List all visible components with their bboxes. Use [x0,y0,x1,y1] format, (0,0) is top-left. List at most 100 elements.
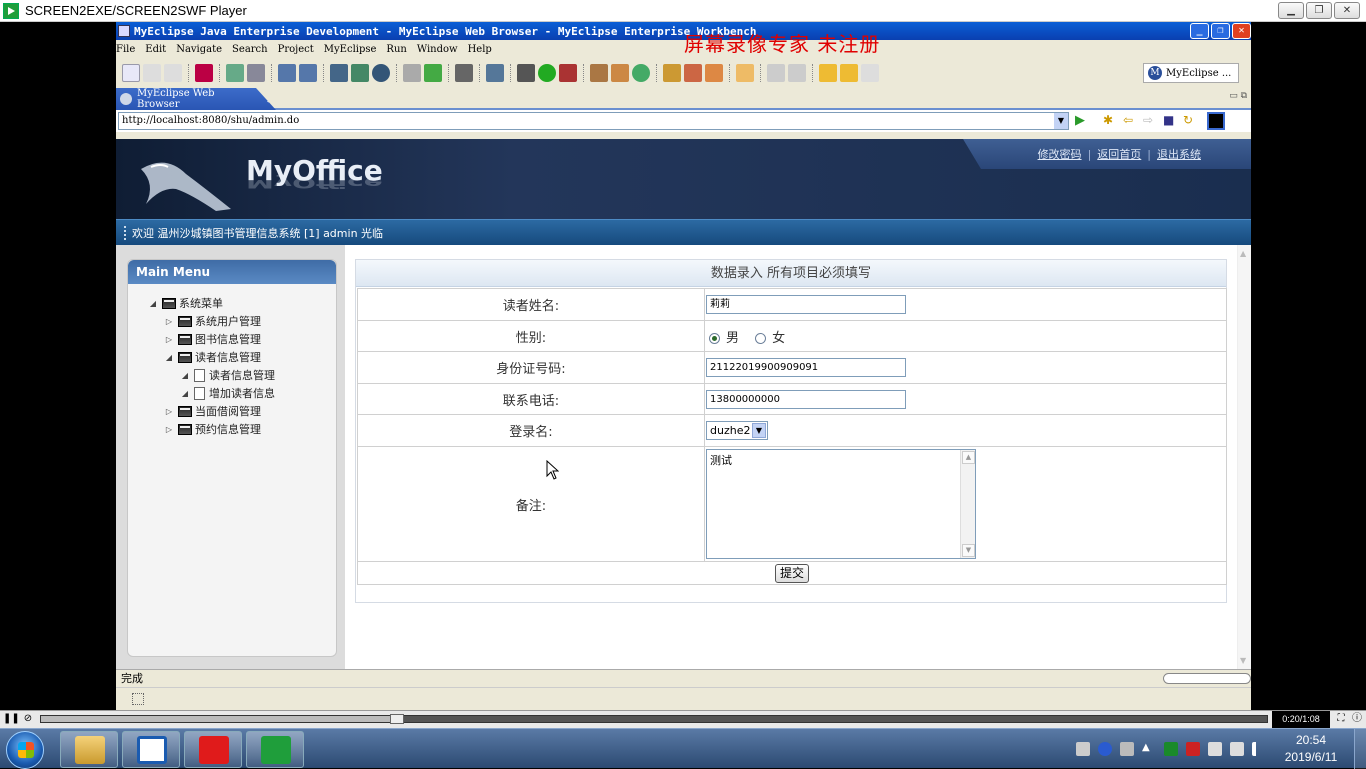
tree-node-add-reader[interactable]: ◢ 增加读者信息 [180,384,275,402]
back-icon[interactable] [840,64,858,82]
chevron-down-icon[interactable]: ▼ [752,423,766,438]
wizard-icon[interactable] [278,64,296,82]
scroll-up-icon[interactable]: ▲ [962,451,975,464]
collapsed-icon[interactable]: ▷ [164,425,174,434]
search-icon[interactable] [736,64,754,82]
phone-input[interactable]: 13800000000 [706,389,906,409]
tree-node-reader-info[interactable]: ◢ 读者信息管理 [180,366,275,384]
taskbar-explorer[interactable] [60,731,118,768]
taskbar-clock[interactable]: 20:54 2019/6/11 [1276,732,1346,766]
taskbar-window[interactable] [122,731,180,768]
info-icon[interactable]: ⓘ [1350,712,1364,726]
new-icon[interactable] [122,64,140,82]
playback-slider[interactable] [40,714,1268,724]
favorites-icon[interactable]: ✱ [1103,113,1119,129]
player-restore-button[interactable]: ❐ [1306,2,1332,19]
menu-help[interactable]: Help [468,44,492,55]
collapsed-icon[interactable]: ▷ [164,335,174,344]
open-folder-icon[interactable] [663,64,681,82]
expanded-icon[interactable]: ◢ [148,299,158,308]
wizard2-icon[interactable] [299,64,317,82]
print-icon[interactable] [164,64,182,82]
tab-close-icon[interactable]: ✕ [266,92,276,106]
menu-search[interactable]: Search [232,44,268,55]
open-type-icon[interactable] [705,64,723,82]
taskbar-flashfxp[interactable] [184,731,242,768]
deploy-project-icon[interactable] [330,64,348,82]
submit-button[interactable]: 提交 [774,563,809,583]
scroll-down-icon[interactable]: ▼ [1240,656,1246,665]
start-button[interactable] [6,731,44,769]
package-icon[interactable] [611,64,629,82]
camera-icon[interactable] [455,64,473,82]
eclipse-restore-button[interactable]: ❐ [1211,23,1230,39]
c-icon[interactable] [632,64,650,82]
run-icon[interactable] [538,64,556,82]
name-input[interactable]: 莉莉 [706,295,906,314]
id-number-input[interactable]: 21122019900909091 [706,358,906,377]
flag-tray-icon[interactable] [1164,742,1178,756]
fast-view-icon[interactable] [132,693,144,705]
gender-male-radio[interactable] [709,332,720,344]
logout-link[interactable]: 退出系统 [1157,146,1201,162]
loop-icon[interactable]: ⊘ [21,712,35,726]
edit-icon[interactable] [403,64,421,82]
volume-icon[interactable] [1208,742,1222,756]
player-close-button[interactable]: ✕ [1334,2,1360,19]
menu-myeclipse[interactable]: MyEclipse [324,44,377,55]
language-icon[interactable] [1120,742,1134,756]
forward-nav-icon[interactable]: ⇨ [1143,113,1159,129]
tree-node-system-menu[interactable]: ◢ 系统菜单 [148,294,223,312]
menu-edit[interactable]: Edit [145,44,166,55]
refresh-icon[interactable] [424,64,442,82]
gender-female-radio[interactable] [755,332,767,344]
scroll-up-icon[interactable]: ▲ [1240,249,1246,258]
minimize-maximize-icon[interactable]: ▭ ⧉ [1229,91,1247,101]
tree-node-reservation-management[interactable]: ▷ 预约信息管理 [164,420,261,438]
expanded-icon[interactable]: ◢ [164,353,174,362]
prev-annotation-icon[interactable] [788,64,806,82]
globe-icon[interactable] [372,64,390,82]
eclipse-close-button[interactable]: ✕ [1232,23,1251,39]
pause-icon[interactable]: ❚❚ [3,712,20,726]
show-desktop-button[interactable] [1354,729,1366,769]
next-annotation-icon[interactable] [767,64,785,82]
change-password-link[interactable]: 修改密码 [1038,146,1082,162]
brush-icon[interactable] [684,64,702,82]
menu-file[interactable]: File [116,44,135,55]
gear-icon[interactable] [517,64,535,82]
menu-run[interactable]: Run [386,44,406,55]
fullscreen-icon[interactable]: ⛶ [1334,712,1348,726]
textarea-scrollbar[interactable]: ▲ ▼ [960,450,975,558]
eclipse-minimize-button[interactable]: _ [1190,23,1209,39]
run-server-icon[interactable] [351,64,369,82]
home-link[interactable]: 返回首页 [1097,146,1141,162]
tree-node-user-management[interactable]: ▷ 系统用户管理 [164,312,261,330]
deploy-icon[interactable] [195,64,213,82]
tab-web-browser[interactable]: MyEclipse Web Browser ✕ [116,88,276,110]
player-minimize-button[interactable]: ▁ [1278,2,1304,19]
keyboard-icon[interactable] [1076,742,1090,756]
refresh-nav-icon[interactable]: ↻ [1183,113,1199,129]
debug-tools-icon[interactable] [226,64,244,82]
note-textarea[interactable]: 测试 ▲ ▼ [706,449,976,559]
new-java-icon[interactable] [486,64,504,82]
show-hidden-icons-icon[interactable]: ▲ [1142,742,1156,756]
collapsed-icon[interactable]: ▷ [164,407,174,416]
help-icon[interactable] [1098,742,1112,756]
last-edit-icon[interactable] [819,64,837,82]
menu-window[interactable]: Window [417,44,458,55]
tree-node-book-management[interactable]: ▷ 图书信息管理 [164,330,261,348]
external-tools-icon[interactable] [559,64,577,82]
tree-node-borrow-management[interactable]: ▷ 当面借阅管理 [164,402,261,420]
back-nav-icon[interactable]: ⇦ [1123,113,1139,129]
signal-icon[interactable] [1252,742,1266,756]
server-icon[interactable] [247,64,265,82]
browser-extra-icon[interactable] [1207,112,1225,130]
url-input[interactable]: http://localhost:8080/shu/admin.do ▼ [118,112,1069,130]
playback-thumb[interactable] [389,714,404,724]
new-class-icon[interactable] [590,64,608,82]
taskbar-screen2swf[interactable] [246,731,304,768]
page-scrollbar[interactable]: ▲ ▼ [1237,245,1251,669]
menu-project[interactable]: Project [278,44,314,55]
